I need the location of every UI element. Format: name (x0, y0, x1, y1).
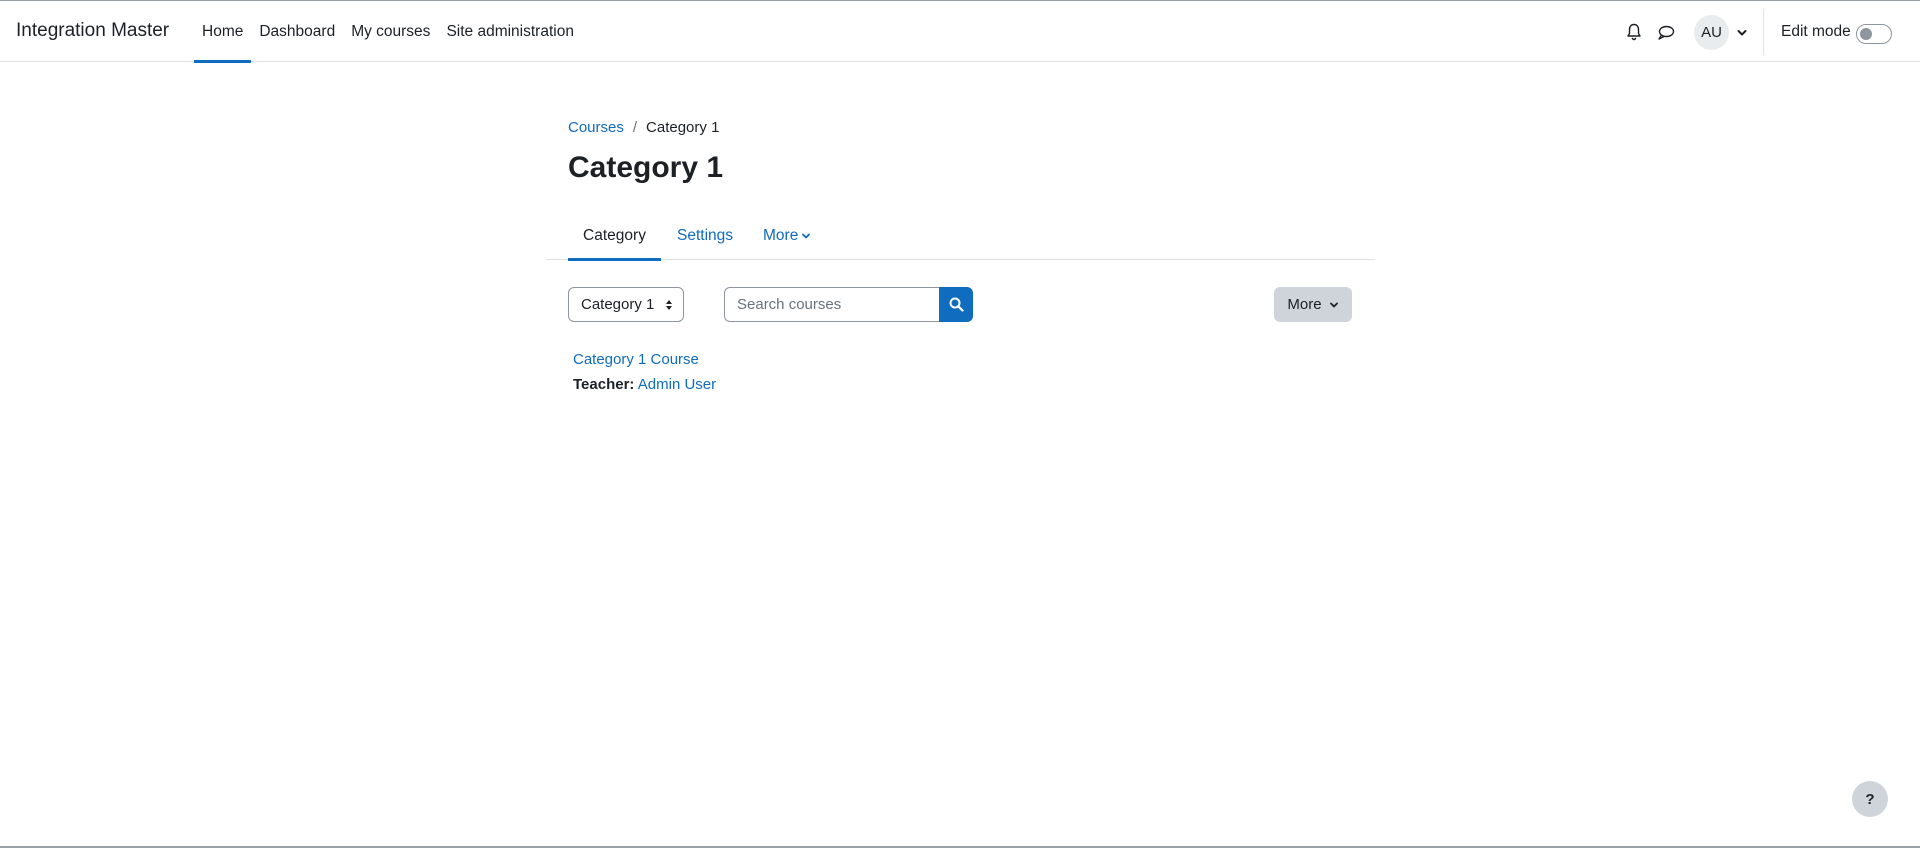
more-actions-label: More (1287, 296, 1322, 313)
course-search (724, 287, 973, 322)
notifications-bell-icon[interactable] (1622, 20, 1646, 44)
tab-more-label: More (763, 227, 799, 244)
page-title: Category 1 (568, 151, 724, 184)
search-icon (949, 297, 964, 312)
tab-settings[interactable]: Settings (677, 212, 733, 260)
edit-mode-toggle[interactable] (1856, 24, 1892, 44)
user-avatar[interactable]: AU (1694, 15, 1729, 50)
search-button[interactable] (939, 287, 973, 322)
breadcrumb-courses-link[interactable]: Courses (568, 119, 624, 136)
messages-chat-icon[interactable] (1654, 20, 1678, 44)
navbar-divider (1763, 9, 1764, 55)
breadcrumb-current: Category 1 (646, 119, 720, 136)
chevron-down-icon (802, 233, 811, 239)
more-actions-button[interactable]: More (1274, 287, 1352, 322)
site-name[interactable]: Integration Master (16, 20, 169, 42)
primary-navigation: Home Dashboard My courses Site administr… (194, 1, 582, 63)
edit-mode-label: Edit mode (1781, 23, 1851, 40)
tab-category[interactable]: Category (568, 212, 661, 261)
tab-more[interactable]: More (763, 212, 811, 260)
nav-item-dashboard[interactable]: Dashboard (251, 1, 343, 62)
user-menu-chevron-down-icon[interactable] (1735, 26, 1749, 40)
category-select[interactable]: Category 1 (568, 287, 684, 322)
chevron-down-icon (1329, 302, 1338, 307)
course-teacher: Teacher: Admin User (573, 376, 716, 393)
search-courses-input[interactable] (724, 287, 940, 322)
breadcrumb-separator: / (632, 119, 638, 136)
sort-arrows-icon (666, 300, 672, 310)
top-navbar: Integration Master Home Dashboard My cou… (0, 0, 1920, 63)
nav-item-home[interactable]: Home (194, 1, 252, 63)
course-link[interactable]: Category 1 Course (573, 351, 699, 368)
help-button[interactable]: ? (1852, 781, 1888, 817)
nav-item-my-courses[interactable]: My courses (343, 1, 438, 62)
teacher-label: Teacher: (573, 376, 635, 393)
breadcrumb: Courses / Category 1 (568, 119, 719, 136)
secondary-navigation: Category Settings More (546, 212, 1375, 261)
toggle-knob (1860, 28, 1872, 40)
teacher-name-link[interactable]: Admin User (638, 376, 716, 393)
nav-item-site-administration[interactable]: Site administration (438, 1, 582, 62)
category-select-value: Category 1 (581, 296, 655, 313)
